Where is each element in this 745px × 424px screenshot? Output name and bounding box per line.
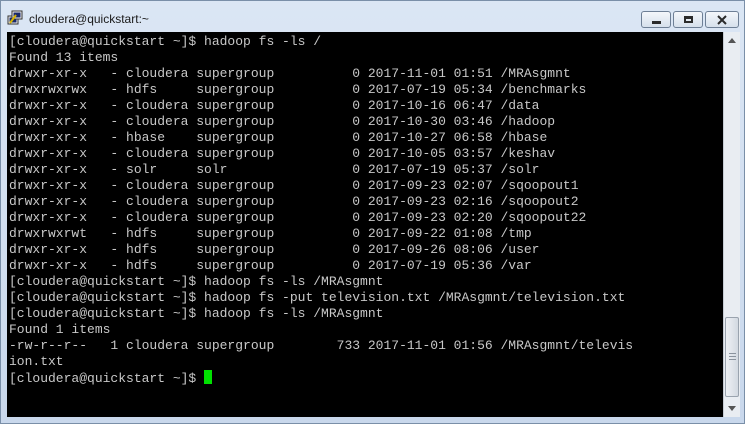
minimize-icon	[651, 21, 661, 24]
terminal-line: drwxrwxrwx - hdfs supergroup 0 2017-07-1…	[9, 82, 587, 97]
scroll-down-button[interactable]	[724, 400, 740, 417]
minimize-button[interactable]	[641, 11, 671, 28]
terminal-output[interactable]: [cloudera@quickstart ~]$ hadoop fs -ls /…	[7, 32, 723, 417]
scrollbar-thumb[interactable]	[725, 317, 739, 397]
terminal-line: drwxr-xr-x - hbase supergroup 0 2017-10-…	[9, 130, 548, 145]
terminal-line: drwxr-xr-x - cloudera supergroup 0 2017-…	[9, 210, 587, 225]
vertical-scrollbar[interactable]	[723, 32, 740, 417]
maximize-button[interactable]	[673, 11, 703, 28]
terminal-line: drwxr-xr-x - cloudera supergroup 0 2017-…	[9, 114, 556, 129]
terminal-line: Found 13 items	[9, 50, 119, 65]
close-icon	[717, 14, 727, 25]
terminal-line: drwxr-xr-x - cloudera supergroup 0 2017-…	[9, 178, 579, 193]
title-bar[interactable]: cloudera@quickstart:~	[1, 1, 744, 32]
terminal-line: [cloudera@quickstart ~]$ hadoop fs -put …	[9, 290, 626, 305]
scroll-up-button[interactable]	[724, 32, 740, 49]
terminal-line: drwxr-xr-x - hdfs supergroup 0 2017-07-1…	[9, 258, 532, 273]
terminal-line: [cloudera@quickstart ~]$ hadoop fs -ls /…	[9, 274, 384, 289]
terminal-line: drwxr-xr-x - solr solr 0 2017-07-19 05:3…	[9, 162, 540, 177]
terminal-line: drwxr-xr-x - cloudera supergroup 0 2017-…	[9, 194, 579, 209]
arrow-up-icon	[728, 38, 736, 43]
terminal-line: ion.txt	[9, 354, 64, 369]
terminal-line: [cloudera@quickstart ~]$ hadoop fs -ls /	[9, 34, 322, 49]
terminal-line: [cloudera@quickstart ~]$ hadoop fs -ls /…	[9, 306, 384, 321]
window-title: cloudera@quickstart:~	[29, 12, 149, 26]
arrow-down-icon	[728, 406, 736, 411]
terminal-line: drwxrwxrwt - hdfs supergroup 0 2017-09-2…	[9, 226, 532, 241]
maximize-icon	[683, 16, 693, 23]
terminal-line: drwxr-xr-x - cloudera supergroup 0 2017-…	[9, 146, 556, 161]
putty-terminal-icon	[7, 10, 23, 25]
terminal-line: -rw-r--r-- 1 cloudera supergroup 733 201…	[9, 338, 634, 353]
grip-line	[729, 359, 736, 360]
shell-prompt: [cloudera@quickstart ~]$	[9, 371, 205, 386]
close-button[interactable]	[705, 11, 739, 28]
terminal-line: drwxr-xr-x - cloudera supergroup 0 2017-…	[9, 66, 571, 81]
grip-line	[729, 356, 736, 357]
grip-line	[729, 353, 736, 354]
terminal-window: cloudera@quickstart:~ [cloudera@quicksta…	[0, 0, 745, 424]
text-cursor	[204, 370, 213, 384]
terminal-line: drwxr-xr-x - hdfs supergroup 0 2017-09-2…	[9, 242, 540, 257]
prompt-line[interactable]: [cloudera@quickstart ~]$	[9, 370, 213, 386]
terminal-line: drwxr-xr-x - cloudera supergroup 0 2017-…	[9, 98, 540, 113]
terminal-line: Found 1 items	[9, 322, 111, 337]
